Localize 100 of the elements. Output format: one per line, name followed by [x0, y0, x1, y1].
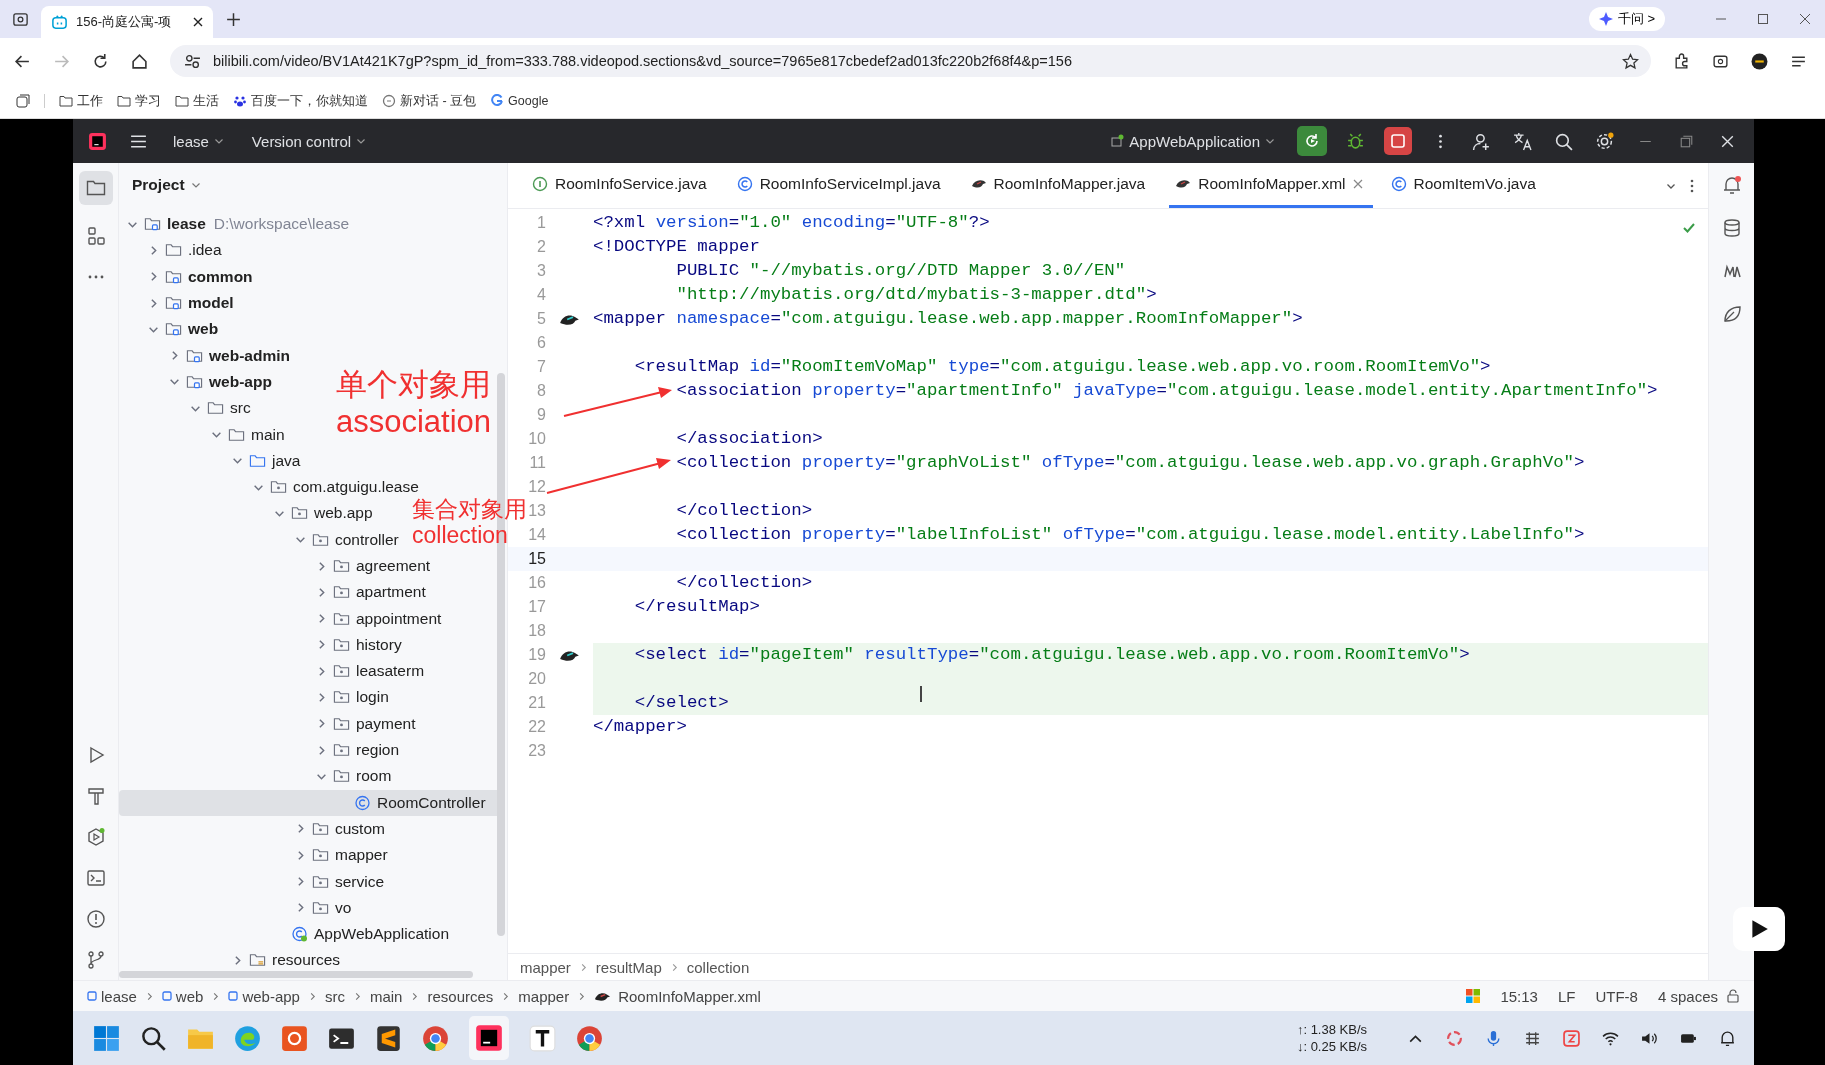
path-item[interactable]: lease — [87, 987, 137, 1005]
bookmark[interactable]: Google — [490, 94, 549, 108]
file-encoding[interactable]: UTF-8 — [1595, 987, 1638, 1005]
stop-button[interactable] — [1384, 127, 1412, 155]
database-icon[interactable] — [1721, 218, 1742, 238]
tabs-icon[interactable] — [16, 94, 30, 108]
new-tab-icon[interactable] — [225, 10, 242, 28]
path-item[interactable]: src — [324, 987, 345, 1005]
breadcrumb-item[interactable]: mapper — [520, 958, 571, 976]
project-tool-button[interactable] — [78, 171, 113, 205]
bookmark[interactable]: 百度一下，你就知道 — [233, 92, 368, 110]
sublime-icon[interactable] — [375, 1024, 402, 1052]
swirl-icon[interactable] — [1446, 1029, 1463, 1047]
app-logo-icon[interactable] — [88, 131, 107, 151]
more-icon[interactable] — [1690, 177, 1694, 194]
tree-item[interactable]: web-app — [119, 368, 272, 396]
project-panel-title[interactable]: Project — [119, 163, 507, 207]
bookmark[interactable]: 工作 — [59, 92, 103, 110]
bell-icon[interactable] — [1721, 175, 1742, 195]
tree-item[interactable]: AppWebApplication — [119, 921, 449, 948]
path-item[interactable]: web-app — [228, 987, 300, 1005]
tree-item[interactable]: vo — [119, 894, 352, 921]
reload-icon[interactable] — [92, 52, 109, 70]
breadcrumb-item[interactable]: resultMap — [595, 958, 662, 976]
tree-item[interactable]: src — [119, 395, 251, 422]
tree-item[interactable]: login — [119, 684, 389, 711]
translate-icon[interactable] — [1513, 131, 1532, 151]
grid-icon[interactable] — [1524, 1029, 1541, 1047]
search-icon[interactable] — [140, 1024, 167, 1052]
ide-taskbar-button[interactable] — [469, 1016, 509, 1060]
rerun-button[interactable] — [1297, 126, 1327, 156]
path-item[interactable]: mapper — [518, 987, 570, 1005]
tree-item[interactable]: web-admin — [119, 342, 290, 369]
vcs-dropdown[interactable]: Version control — [245, 132, 373, 150]
tree-item[interactable]: .idea — [119, 237, 222, 264]
home-icon[interactable] — [131, 52, 148, 70]
tree-item[interactable]: region — [119, 736, 400, 764]
star-icon[interactable] — [1622, 52, 1639, 70]
tree-item[interactable]: custom — [119, 815, 385, 843]
problems-icon[interactable] — [85, 909, 106, 929]
editor-tab[interactable]: RoomItemVo.java — [1384, 163, 1558, 208]
tree-item[interactable]: history — [119, 631, 402, 659]
chrome-icon[interactable] — [422, 1024, 449, 1052]
hammer-icon[interactable] — [85, 786, 106, 806]
line-separator[interactable]: LF — [1557, 987, 1576, 1005]
tree-item[interactable]: model — [119, 289, 234, 317]
tree-item[interactable]: leasaterm — [119, 658, 425, 685]
run-config-dropdown[interactable]: AppWebApplication — [1104, 132, 1281, 150]
tree-item[interactable]: payment — [119, 710, 416, 737]
assistant-button[interactable]: 千问 > — [1588, 7, 1665, 31]
editor-tab[interactable]: RoomInfoMapper.java — [964, 163, 1168, 208]
debug-icon[interactable] — [1346, 131, 1365, 151]
breadcrumb-item[interactable]: collection — [686, 958, 750, 976]
caret-position[interactable]: 15:13 — [1500, 987, 1538, 1005]
site-settings-icon[interactable] — [184, 52, 201, 70]
tree-item[interactable]: lease D:\workspace\lease — [119, 211, 350, 238]
tree-item[interactable]: common — [119, 263, 253, 290]
close-icon[interactable] — [193, 17, 203, 27]
close-icon[interactable] — [1799, 13, 1811, 25]
editor-tab[interactable]: RoomInfoMapper.xml — [1169, 163, 1373, 208]
indent-setting[interactable]: 4 spaces — [1657, 987, 1718, 1005]
tree-item[interactable]: resources — [119, 947, 341, 974]
editor-tab[interactable]: RoomInfoService.java — [526, 163, 729, 208]
maximize-icon[interactable] — [1757, 13, 1769, 25]
ubuntu-icon[interactable] — [281, 1024, 308, 1052]
windows-start-icon[interactable] — [93, 1024, 120, 1052]
tree-item[interactable]: mapper — [119, 842, 388, 869]
leaf-icon[interactable] — [1721, 304, 1742, 324]
tree-item[interactable]: java — [119, 447, 301, 474]
git-branch-icon[interactable] — [85, 950, 106, 970]
typora-icon[interactable] — [529, 1024, 556, 1052]
tree-item[interactable]: service — [119, 868, 385, 895]
editor-tab[interactable]: RoomInfoServiceImpl.java — [730, 163, 963, 208]
project-dropdown[interactable]: lease — [167, 132, 230, 150]
tree-item[interactable]: web — [119, 316, 219, 343]
browser-tab[interactable]: 156-尚庭公寓-项 — [41, 6, 213, 38]
settings-icon[interactable] — [1595, 131, 1614, 151]
add-user-icon[interactable] — [1472, 131, 1491, 151]
bookmark[interactable]: 学习 — [117, 92, 161, 110]
path-item[interactable]: web — [161, 987, 204, 1005]
services-icon[interactable] — [85, 827, 106, 847]
extensions-icon[interactable] — [1673, 52, 1690, 70]
play-button[interactable] — [1733, 907, 1785, 951]
tree-item[interactable]: appointment — [119, 605, 442, 632]
path-item[interactable]: RoomInfoMapper.xml — [594, 987, 761, 1005]
search-icon[interactable] — [1554, 131, 1573, 151]
microphone-icon[interactable] — [1485, 1029, 1502, 1047]
bookmark[interactable]: 生活 — [175, 92, 219, 110]
structure-icon[interactable] — [85, 226, 106, 246]
bookmark[interactable]: 新对话 - 豆包 — [382, 92, 477, 110]
tree-item[interactable]: web.app — [119, 500, 373, 527]
path-item[interactable]: resources — [427, 987, 494, 1005]
tree-item[interactable]: room — [119, 763, 392, 790]
avatar-icon[interactable] — [1751, 52, 1768, 70]
tree-item[interactable]: main — [119, 421, 285, 448]
bell-icon[interactable] — [1719, 1029, 1736, 1047]
lock-icon[interactable] — [1726, 989, 1740, 1003]
tree-item[interactable]: controller — [119, 526, 399, 553]
screenshot-icon[interactable] — [1712, 52, 1729, 70]
tab-search-icon[interactable] — [12, 10, 29, 28]
